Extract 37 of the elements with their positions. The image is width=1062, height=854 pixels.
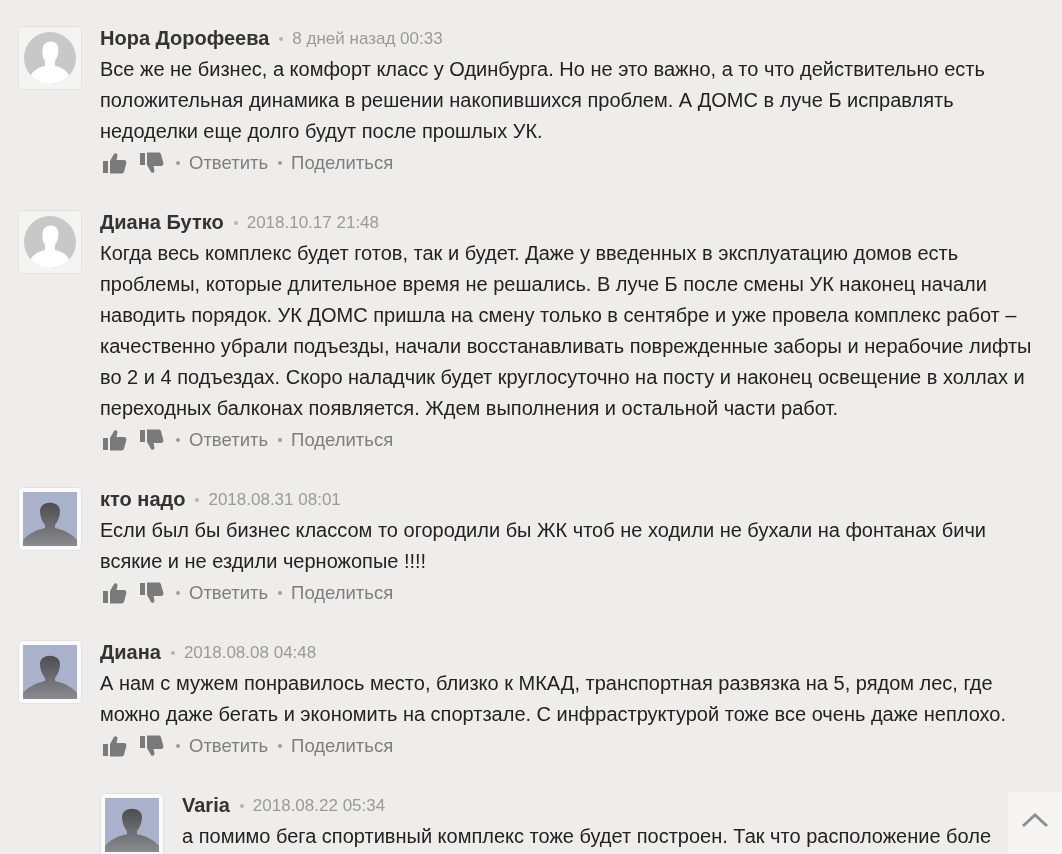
thumbs-up-icon[interactable] — [103, 581, 127, 604]
comment-text: А нам с мужем понравилось место, близко к МКАД, транспортная развязка на 5, рядом лес, где можно даже бегать и экономить на спортзале. С инфраструктурой тоже все очень даже неплохо. — [100, 671, 1007, 727]
thumbs-down-icon[interactable] — [140, 151, 164, 174]
author-name[interactable]: Диана — [100, 641, 161, 664]
comment-text: Когда весь комплекс будет готов, так и будет. Даже у введенных в эксплуатацию домов есть проблемы, которые длительное время не решались. В луче Б после смены УК наконец начали наводить порядок. УК ДОМС пришла на смену только в сентябре и уже провела комплекс работ – качественно убрали подъезды, начали восстанавливать поврежденные заборы и нерабочие лифты во 2 и 4 подъездах. Скоро наладчик будет круглосуточно на посту и наконец освещение в холлах и переходных балконах появляется. Ждем выполнения и остальной части работ. — [100, 241, 1033, 421]
comment-time: 8 дней назад 00:33 — [292, 28, 443, 49]
comment-time: 2018.10.17 21:48 — [246, 212, 380, 233]
reply-link[interactable]: Ответить — [189, 151, 269, 174]
avatar-icon — [18, 487, 82, 551]
thumbs-down-icon[interactable] — [140, 428, 164, 451]
comment-text: Все же не бизнес, а комфорт класс у Одинбурга. Но не это важно, а то что действительно есть положительная динамика в решении накопившихся проблем. А ДОМС в луче Б исправлять недоделки еще долго будут после прошлых УК. — [100, 57, 986, 144]
comment-text: а помимо бега спортивный комплекс тоже будет построен. Так что расположение боле — [182, 824, 992, 849]
scroll-to-top-button[interactable] — [1008, 792, 1062, 854]
avatar-icon — [18, 640, 82, 704]
share-link[interactable]: Поделиться — [291, 428, 394, 451]
reply-link[interactable]: Ответить — [189, 734, 269, 757]
comment-time: 2018.08.22 05:34 — [252, 795, 386, 816]
author-name[interactable]: Varia — [182, 794, 230, 817]
thumbs-up-icon[interactable] — [103, 734, 127, 757]
thumbs-up-icon[interactable] — [103, 151, 127, 174]
comment-text: Если был бы бизнес классом то огородили бы ЖК чтоб не ходили не бухали на фонтанах бичи всякие и не ездили черножопые !!!! — [100, 518, 988, 574]
share-link[interactable]: Поделиться — [291, 581, 394, 604]
avatar-icon — [18, 26, 82, 90]
reply-link[interactable]: Ответить — [189, 428, 269, 451]
share-link[interactable]: Поделиться — [291, 734, 394, 757]
author-name[interactable]: Диана Бутко — [100, 211, 224, 234]
reply-link[interactable]: Ответить — [189, 581, 269, 604]
thumbs-down-icon[interactable] — [140, 581, 164, 604]
author-name[interactable]: Нора Дорофеева — [100, 27, 270, 50]
chevron-up-icon — [1021, 812, 1049, 828]
share-link[interactable]: Поделиться — [291, 151, 394, 174]
comment-time: 2018.08.08 04:48 — [183, 642, 317, 663]
avatar-icon — [18, 210, 82, 274]
thumbs-down-icon[interactable] — [140, 734, 164, 757]
thumbs-up-icon[interactable] — [103, 428, 127, 451]
author-name[interactable]: кто надо — [100, 488, 186, 511]
comment-time: 2018.08.31 08:01 — [208, 489, 341, 510]
